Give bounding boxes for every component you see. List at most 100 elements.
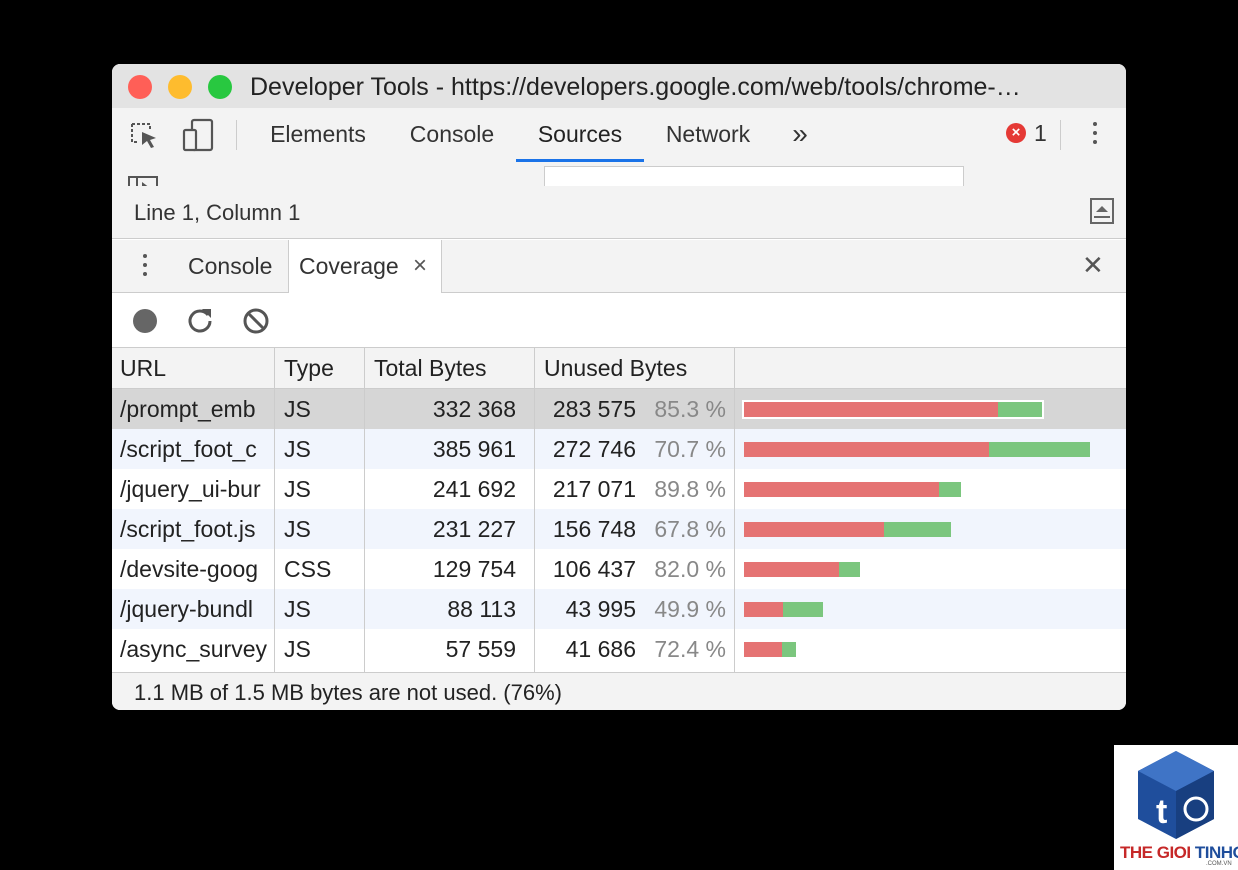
total-bytes-cell: 129 754 [432,556,516,582]
inspect-element-icon[interactable] [130,122,160,150]
logo-text-red: THE GIOI [1120,843,1195,862]
error-count[interactable]: 1 [1034,120,1047,147]
device-toolbar-icon[interactable] [182,118,216,152]
column-divider[interactable] [534,348,535,672]
drawer-tab-coverage[interactable]: Coverage × [288,240,442,293]
record-icon[interactable] [132,308,158,334]
column-header-unused-bytes[interactable]: Unused Bytes [536,348,734,388]
used-bytes-bar [782,642,796,657]
table-header: URL Type Total Bytes Unused Bytes [112,348,1126,389]
url-cell: /script_foot_c [120,436,257,462]
toggle-navigator-icon[interactable] [128,176,158,186]
table-row[interactable]: /script_foot_c JS 385 961 272 746 70.7 % [112,429,1126,469]
tab-elements[interactable]: Elements [258,108,378,162]
unused-bytes-cell: 43 995 [565,596,636,622]
drawer-tab-console[interactable]: Console [188,240,272,292]
total-bytes-cell: 241 692 [432,476,516,502]
table-row[interactable]: /script_foot.js JS 231 227 156 748 67.8 % [112,509,1126,549]
devtools-window: Developer Tools - https://developers.goo… [112,64,1126,710]
unused-bytes-cell: 217 071 [552,476,636,502]
column-header-type[interactable]: Type [276,348,364,388]
usage-bar [742,400,1044,419]
unused-bytes-cell: 106 437 [552,556,636,582]
unused-bytes-bar [744,482,939,497]
unused-bytes-bar [744,522,884,537]
more-options-icon[interactable] [1093,122,1097,149]
clear-icon[interactable] [242,307,270,335]
window-maximize-button[interactable] [208,75,232,99]
type-cell: CSS [284,556,332,582]
used-bytes-bar [989,442,1090,457]
total-bytes-cell: 385 961 [432,436,516,462]
open-file-tab[interactable] [544,166,964,186]
usage-bar [744,522,951,537]
usage-bar [744,482,961,497]
url-cell: /jquery-bundl [120,596,253,622]
tab-network[interactable]: Network [652,108,764,162]
cube-logo-icon: t [1138,751,1214,839]
window-close-button[interactable] [128,75,152,99]
toggle-debugger-icon[interactable] [1090,198,1114,224]
unused-percent-cell: 72.4 % [654,636,726,662]
usage-bar [744,642,796,657]
unused-bytes-cell: 156 748 [552,516,636,542]
table-row[interactable]: /jquery_ui-bur JS 241 692 217 071 89.8 % [112,469,1126,509]
url-cell: /jquery_ui-bur [120,476,261,502]
type-cell: JS [284,436,311,462]
close-drawer-icon[interactable]: ✕ [1082,250,1104,281]
window-minimize-button[interactable] [168,75,192,99]
column-divider[interactable] [734,348,735,672]
drawer-tab-bar: Console Coverage × ✕ [112,240,1126,293]
type-cell: JS [284,596,311,622]
column-divider[interactable] [364,348,365,672]
unused-bytes-cell: 272 746 [552,436,636,462]
logo-subtext: .COM.VN [1206,861,1232,867]
table-row[interactable]: /devsite-goog CSS 129 754 106 437 82.0 % [112,549,1126,589]
column-header-total-bytes[interactable]: Total Bytes [366,348,534,388]
type-cell: JS [284,476,311,502]
total-bytes-cell: 88 113 [447,596,516,622]
error-icon[interactable]: × [1006,123,1026,143]
editor-status-bar: Line 1, Column 1 [112,186,1126,239]
url-cell: /async_survey [120,636,268,662]
column-header-usage-visualization[interactable] [736,348,1126,388]
logo-text: THE GIOI TINHOC [1120,843,1238,863]
tab-sources[interactable]: Sources [516,108,644,162]
unused-bytes-bar [744,642,782,657]
more-tabs-chevron-icon[interactable]: » [784,108,816,162]
total-bytes-cell: 57 559 [445,636,516,662]
tab-console[interactable]: Console [392,108,512,162]
column-header-url[interactable]: URL [112,348,274,388]
coverage-table: URL Type Total Bytes Unused Bytes /promp… [112,348,1126,672]
unused-percent-cell: 89.8 % [654,476,726,502]
main-toolbar: Elements Console Sources Network » × 1 [112,108,1126,163]
table-row[interactable]: /async_survey JS 57 559 41 686 72.4 % [112,629,1126,669]
drawer-menu-icon[interactable] [143,254,147,281]
used-bytes-bar [998,402,1042,417]
total-bytes-cell: 231 227 [432,516,516,542]
logo-letter: t [1156,793,1167,831]
drawer-tab-coverage-label: Coverage [299,253,399,279]
cursor-position: Line 1, Column 1 [134,200,301,225]
unused-percent-cell: 49.9 % [654,596,726,622]
used-bytes-bar [783,602,823,617]
type-cell: JS [284,396,311,422]
close-tab-icon[interactable]: × [413,240,427,292]
url-cell: /script_foot.js [120,516,256,542]
total-bytes-cell: 332 368 [432,396,516,422]
unused-percent-cell: 82.0 % [654,556,726,582]
more-files-chevron-icon[interactable]: » [980,176,993,186]
logo-text-blue: TINHOC [1194,843,1238,862]
table-row[interactable]: /jquery-bundl JS 88 113 43 995 49.9 % [112,589,1126,629]
usage-bar [744,562,860,577]
toolbar-divider [236,120,237,150]
unused-percent-cell: 85.3 % [654,396,726,422]
unused-bytes-bar [744,602,783,617]
unused-bytes-cell: 283 575 [552,396,636,422]
title-bar: Developer Tools - https://developers.goo… [112,64,1126,108]
reload-icon[interactable] [186,306,214,334]
column-divider[interactable] [274,348,275,672]
type-cell: JS [284,516,311,542]
table-row[interactable]: /prompt_emb JS 332 368 283 575 85.3 % [112,389,1126,429]
unused-bytes-bar [744,562,839,577]
